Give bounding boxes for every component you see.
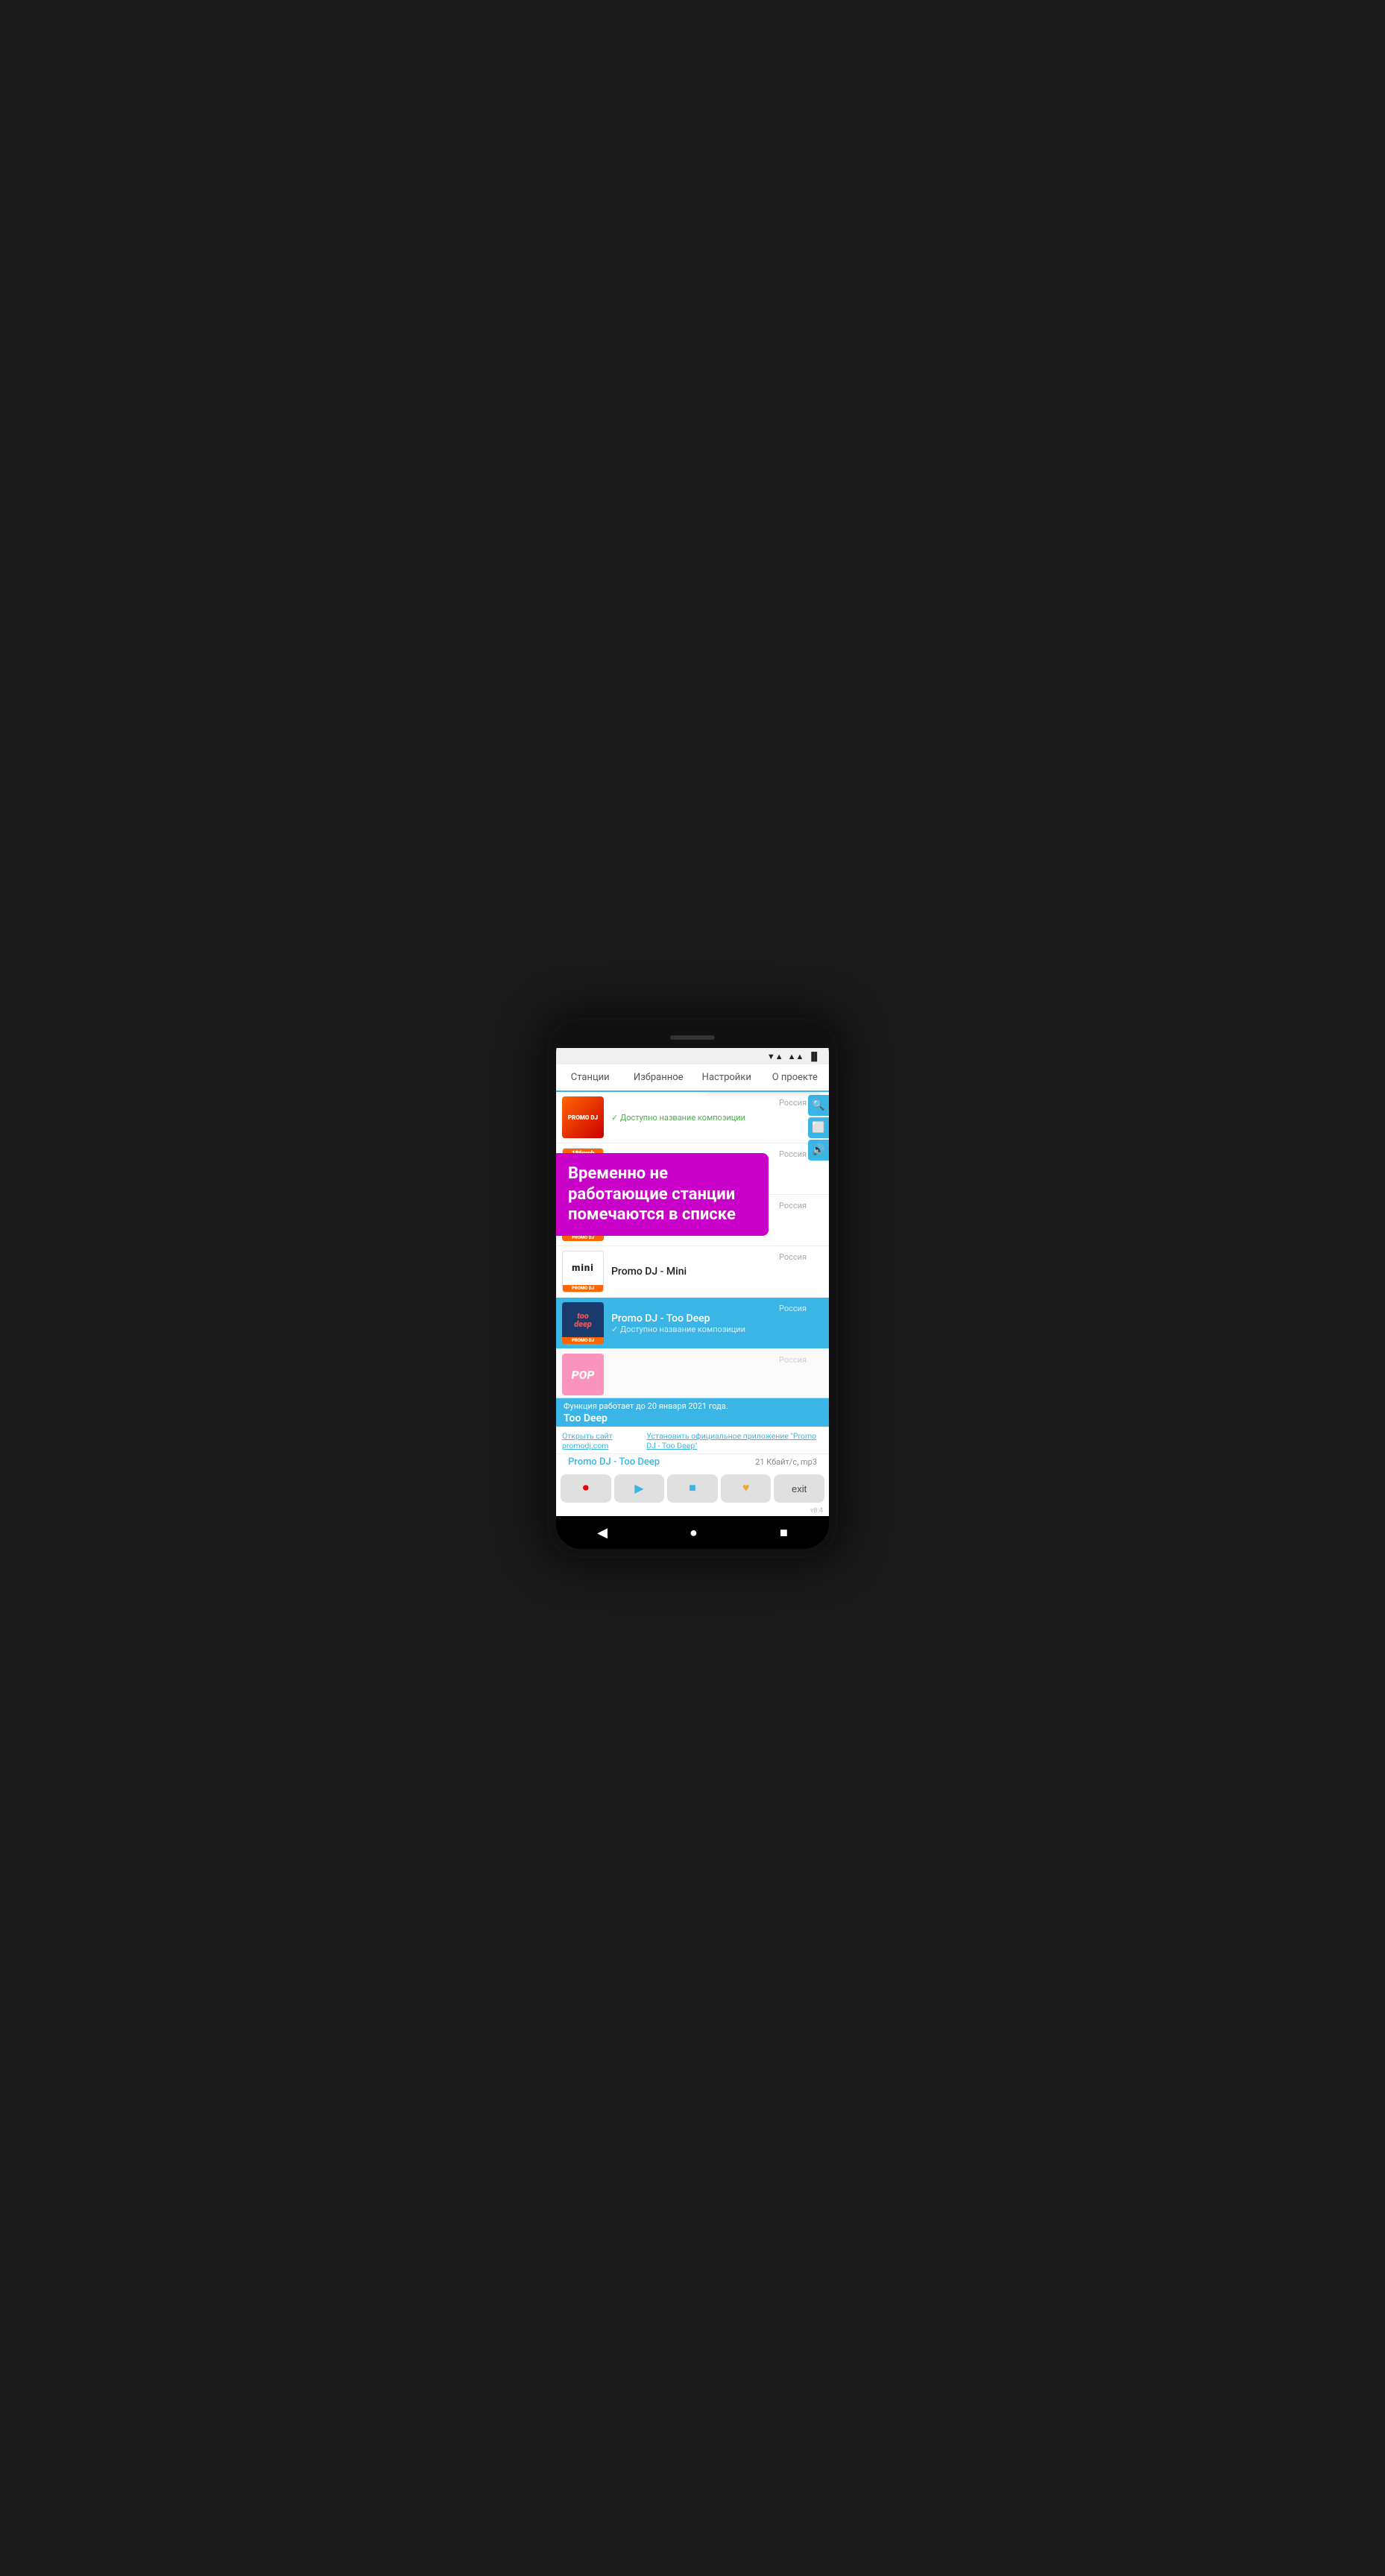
tabs-bar: Станции Избранное Настройки О проекте (556, 1064, 829, 1092)
station-country: Россия (779, 1252, 807, 1262)
func-notice-text: Функция работает до 20 января 2021 года. (564, 1401, 821, 1412)
wifi-icon: ▼▲ (767, 1052, 783, 1061)
station-name: Promo DJ - Mini (611, 1266, 823, 1278)
nav-bar: ◀ ● ■ (556, 1516, 829, 1549)
station-list[interactable]: 🔍 ⬜ 🔊 PROMO DJ ✓ Доступно название компо… (556, 1092, 829, 1398)
station-sub: ✓ Доступно название композиции (611, 1325, 823, 1334)
nav-recent-button[interactable]: ■ (774, 1519, 794, 1547)
tooltip-overlay: Временно не работающие станции помечаютс… (556, 1153, 769, 1236)
station-item-active[interactable]: too deep PROMO DJ Promo DJ - Too Deep ✓ … (556, 1298, 829, 1349)
record-button[interactable]: ⏺ (561, 1474, 611, 1503)
station-country: Россия (779, 1149, 807, 1159)
volume-button[interactable]: 🔊 (808, 1140, 829, 1161)
favorite-button[interactable]: ♥ (721, 1474, 772, 1503)
phone-device: ▼▲ ▲▲ ▐▌ Станции Избранное Настройки О п… (547, 1018, 838, 1558)
station-logo-mini: mini PROMO DJ (562, 1251, 604, 1292)
station-item[interactable]: POP Россия (556, 1349, 829, 1398)
station-country: Россия (779, 1098, 807, 1108)
station-sub: ✓ Доступно название композиции (611, 1113, 823, 1123)
link-app[interactable]: Установить официальное приложение "Promo… (646, 1431, 823, 1450)
station-name: Promo DJ - Too Deep (611, 1313, 823, 1325)
station-country: Россия (779, 1201, 807, 1210)
station-item[interactable]: mini PROMO DJ Promo DJ - Mini Россия (556, 1246, 829, 1298)
signal-icon: ▲▲ (788, 1052, 804, 1061)
phone-notch (556, 1027, 829, 1048)
station-item[interactable]: PROMO DJ ✓ Доступно название композиции … (556, 1092, 829, 1143)
speaker-grill (670, 1035, 715, 1040)
player-bottom-info: Promo DJ - Too Deep 21 Кбайт/с, mp3 (556, 1454, 829, 1471)
search-button[interactable]: 🔍 (808, 1095, 829, 1116)
link-site[interactable]: Открыть сайт promodj.com (562, 1431, 640, 1450)
stop-button[interactable]: ■ (667, 1474, 718, 1503)
phone-screen: ▼▲ ▲▲ ▐▌ Станции Избранное Настройки О п… (556, 1027, 829, 1549)
station-info: Promo DJ - Mini (611, 1266, 823, 1278)
nav-back-button[interactable]: ◀ (591, 1519, 613, 1547)
station-info: ✓ Доступно название композиции (611, 1113, 823, 1123)
tab-about[interactable]: О проекте (761, 1064, 830, 1092)
player-station-name: Promo DJ - Too Deep (562, 1454, 666, 1470)
play-button[interactable]: ▶ (614, 1474, 665, 1503)
exit-button[interactable]: exit (774, 1474, 824, 1503)
nav-home-button[interactable]: ● (684, 1519, 704, 1547)
station-logo: PROMO DJ (562, 1096, 604, 1138)
side-toolbar: 🔍 ⬜ 🔊 (808, 1092, 829, 1161)
status-bar: ▼▲ ▲▲ ▐▌ (556, 1048, 829, 1064)
tab-favorites[interactable]: Избранное (625, 1064, 693, 1092)
station-logo-toodeep: too deep PROMO DJ (562, 1302, 604, 1344)
app-content: Станции Избранное Настройки О проекте 🔍 … (556, 1064, 829, 1516)
player-links: Открыть сайт promodj.com Установить офиц… (556, 1427, 829, 1454)
current-station-label: Too Deep (564, 1412, 821, 1425)
station-logo-pop: POP (562, 1354, 604, 1395)
station-info: Promo DJ - Too Deep ✓ Доступно название … (611, 1313, 823, 1334)
player-panel: Функция работает до 20 января 2021 года.… (556, 1398, 829, 1516)
tab-settings[interactable]: Настройки (692, 1064, 761, 1092)
list-view-button[interactable]: ⬜ (808, 1117, 829, 1138)
func-notice: Функция работает до 20 января 2021 года.… (556, 1398, 829, 1427)
battery-icon: ▐▌ (808, 1052, 820, 1061)
player-controls: ⏺ ▶ ■ ♥ exit (556, 1471, 829, 1507)
station-country: Россия (779, 1304, 807, 1313)
player-bitrate: 21 Кбайт/с, mp3 (755, 1457, 823, 1467)
version-label: v8.4 (556, 1507, 829, 1516)
station-country: Россия (779, 1355, 807, 1365)
tab-stations[interactable]: Станции (556, 1064, 625, 1092)
